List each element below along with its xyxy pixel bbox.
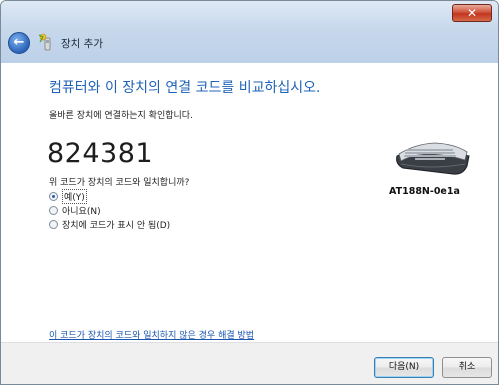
- back-button[interactable]: ←: [8, 32, 30, 54]
- keyboard-icon: [396, 142, 470, 175]
- option-yes-label: 예(Y): [62, 188, 87, 204]
- back-arrow-icon: ←: [13, 35, 25, 50]
- option-no-code-label: 장치에 코드가 표시 안 됨(D): [62, 220, 171, 231]
- radio-no-code[interactable]: [49, 219, 58, 229]
- option-no[interactable]: 아니요(N): [49, 203, 101, 217]
- close-icon: ✕: [466, 6, 478, 20]
- option-no-code[interactable]: 장치에 코드가 표시 안 됨(D): [49, 217, 170, 231]
- troubleshoot-link[interactable]: 이 코드가 장치의 코드와 일치하지 않은 경우 해결 방법: [49, 328, 254, 341]
- title-bar: ✕ ← 장치 추가: [1, 1, 498, 63]
- option-yes[interactable]: 예(Y): [49, 188, 87, 204]
- add-device-window: ✕ ← 장치 추가 컴퓨터와 이 장치의 연결 코드를 비교하십시오. 올바른 …: [0, 0, 499, 385]
- radio-no[interactable]: [49, 205, 58, 215]
- next-button[interactable]: 다음(N): [374, 357, 434, 378]
- instruction-text: 올바른 장치에 연결하는지 확인합니다.: [49, 111, 193, 121]
- cancel-button[interactable]: 취소: [442, 357, 492, 378]
- match-question: 위 코드가 장치의 코드와 일치합니까?: [49, 178, 190, 188]
- radio-yes[interactable]: [49, 191, 58, 201]
- button-bar: 다음(N) 취소: [1, 342, 498, 384]
- add-device-icon: [38, 33, 51, 51]
- wizard-content: 컴퓨터와 이 장치의 연결 코드를 비교하십시오. 올바른 장치에 연결하는지 …: [1, 63, 498, 342]
- close-button[interactable]: ✕: [452, 4, 492, 22]
- page-heading: 컴퓨터와 이 장치의 연결 코드를 비교하십시오.: [49, 80, 321, 96]
- pairing-code: 824381: [47, 138, 154, 169]
- window-title: 장치 추가: [61, 38, 103, 50]
- option-no-label: 아니요(N): [62, 206, 101, 217]
- device-name: AT188N-0e1a: [389, 186, 460, 197]
